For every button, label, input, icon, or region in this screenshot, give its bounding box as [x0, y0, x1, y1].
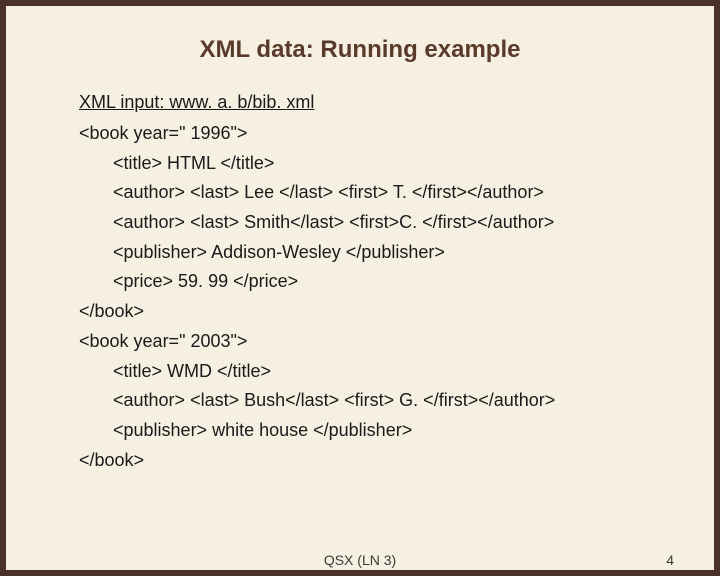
xml-line: <title> HTML </title> [113, 149, 669, 179]
input-source-label: XML input: www. a. b/bib. xml [79, 92, 669, 113]
slide-title: XML data: Running example [51, 36, 669, 64]
slide: XML data: Running example XML input: www… [6, 6, 714, 570]
xml-line: <publisher> Addison-Wesley </publisher> [113, 238, 669, 268]
xml-line: <author> <last> Bush</last> <first> G. <… [113, 386, 669, 416]
slide-number: 4 [666, 552, 674, 568]
footer-center-text: QSX (LN 3) [324, 552, 396, 568]
xml-line: </book> [79, 446, 669, 476]
xml-line: <title> WMD </title> [113, 357, 669, 387]
xml-line: <book year=" 1996"> [79, 119, 669, 149]
xml-line: <author> <last> Smith</last> <first>C. <… [113, 208, 669, 238]
xml-line: <publisher> white house </publisher> [113, 416, 669, 446]
xml-content: <book year=" 1996"><title> HTML </title>… [51, 119, 669, 475]
xml-line: </book> [79, 297, 669, 327]
xml-line: <price> 59. 99 </price> [113, 267, 669, 297]
xml-line: <author> <last> Lee </last> <first> T. <… [113, 178, 669, 208]
xml-line: <book year=" 2003"> [79, 327, 669, 357]
